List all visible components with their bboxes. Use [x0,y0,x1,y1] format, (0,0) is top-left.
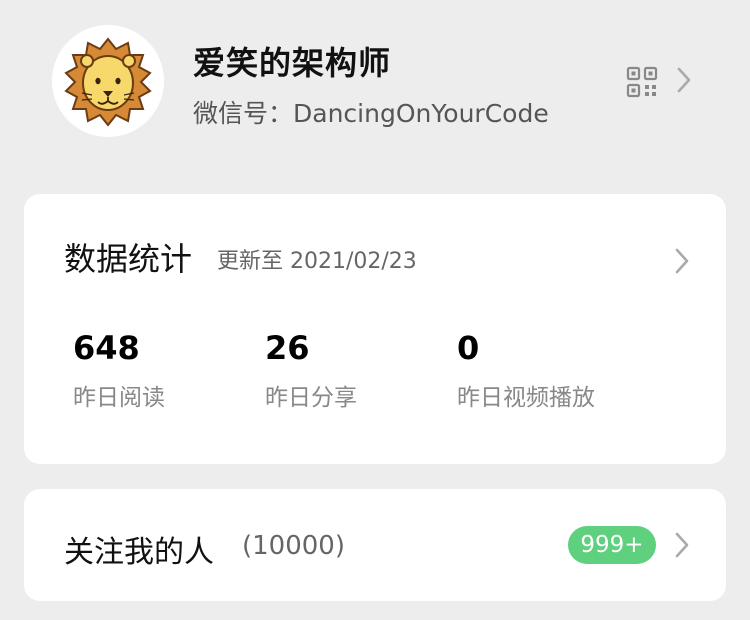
metric-label: 昨日阅读 [73,385,165,411]
metric-video-plays[interactable]: 0 昨日视频播放 [457,328,595,412]
metric-label: 昨日视频播放 [457,385,595,411]
lion-avatar-icon [52,25,164,137]
chevron-right-icon[interactable] [676,66,692,94]
followers-row[interactable]: 关注我的人 (10000) 999+ [24,489,726,601]
metric-value: 0 [457,329,480,367]
avatar[interactable] [52,25,164,137]
stats-card[interactable]: 数据统计 更新至 2021/02/23 648 昨日阅读 26 昨日分享 0 昨… [24,194,726,464]
profile-nickname: 爱笑的架构师 [193,44,392,82]
metric-shares[interactable]: 26 昨日分享 [265,328,357,412]
metric-value: 26 [265,329,310,367]
metric-reads[interactable]: 648 昨日阅读 [73,328,165,412]
metric-label: 昨日分享 [265,385,357,411]
stats-updated-date: 更新至 2021/02/23 [217,249,417,274]
new-followers-badge: 999+ [568,526,656,564]
metric-value: 648 [73,329,140,367]
followers-label: 关注我的人 [64,535,214,570]
chevron-right-icon[interactable] [674,531,690,559]
followers-count: (10000) [242,531,345,561]
qr-code-icon[interactable] [626,66,658,98]
stats-title: 数据统计 [64,240,193,278]
wechat-id: 微信号：DancingOnYourCode [193,99,549,128]
chevron-right-icon[interactable] [674,247,690,275]
profile-header[interactable]: 爱笑的架构师 微信号：DancingOnYourCode [0,0,750,160]
